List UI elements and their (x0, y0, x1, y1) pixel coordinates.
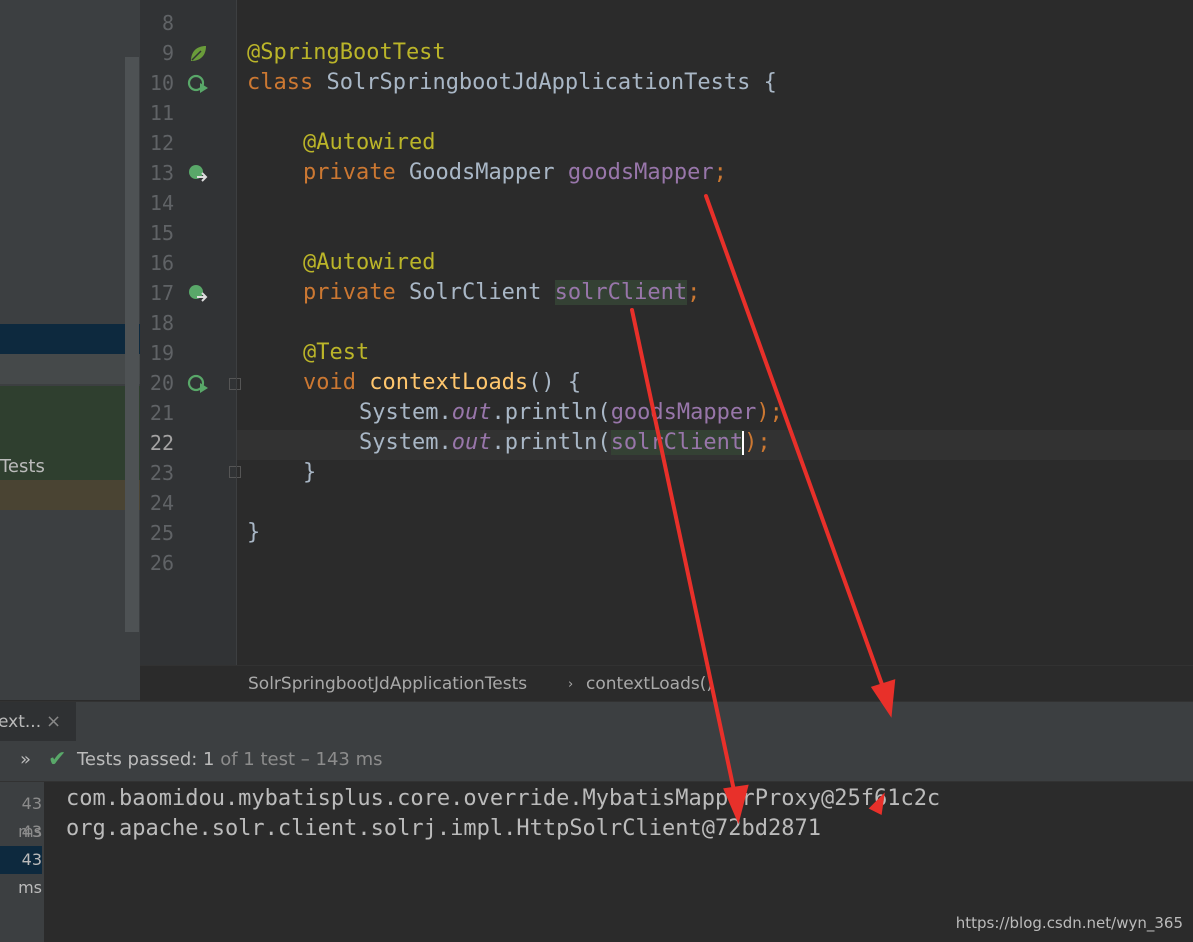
annotation-arrows (630, 194, 896, 825)
arrow-goodsmapper-to-output (704, 194, 886, 692)
watermark: https://blog.csdn.net/wyn_365 (955, 914, 1183, 932)
arrow-head (870, 679, 896, 718)
arrow-tick-mark (868, 792, 885, 816)
arrow-head (723, 784, 749, 825)
arrow-solrclient-to-output (630, 308, 738, 802)
